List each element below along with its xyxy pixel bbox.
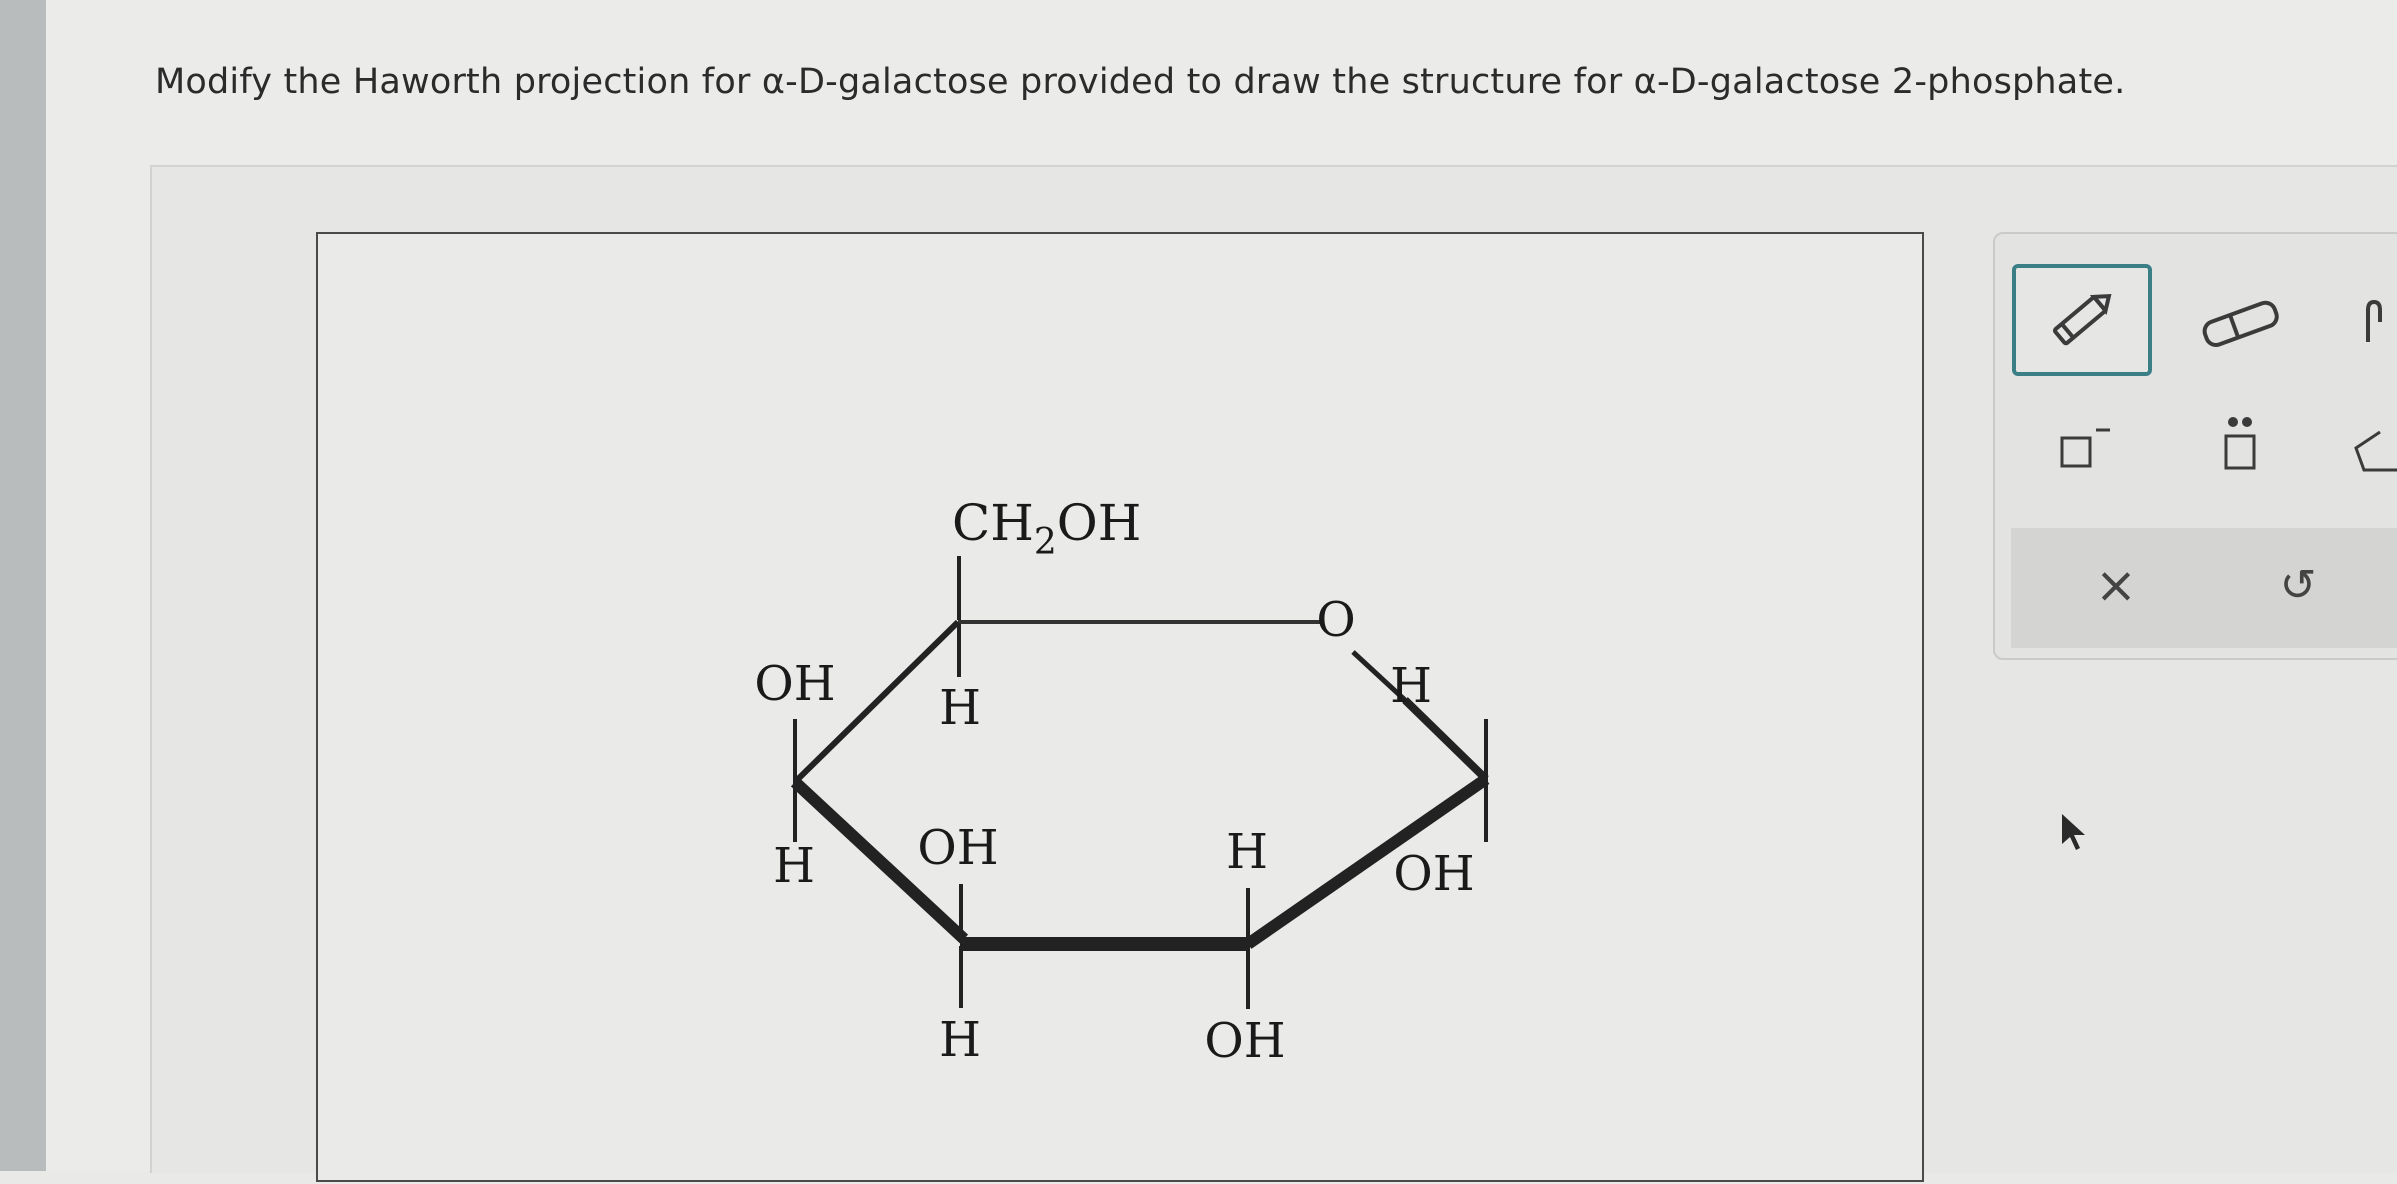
c2-oh-label[interactable]: OH [1204, 1013, 1285, 1069]
drawing-canvas[interactable]: CH2OH O OH H H OH H H OH H OH [316, 232, 1924, 1182]
drawing-toolbar: × ↺ [1993, 232, 2397, 660]
pencil-icon [2052, 293, 2112, 346]
eraser-tool-button[interactable] [2190, 279, 2290, 364]
lone-pair-tool-button[interactable] [2200, 404, 2280, 484]
negative-charge-icon [2060, 428, 2110, 468]
mouse-cursor-icon [2062, 814, 2085, 850]
c1-oh-label[interactable]: OH [1393, 846, 1474, 902]
eraser-icon [2202, 300, 2279, 347]
negative-charge-tool-button[interactable] [2045, 404, 2125, 484]
ring-icon [2354, 430, 2397, 472]
ring-oxygen-label[interactable]: O [1316, 592, 1355, 648]
c2-h-label[interactable]: H [1226, 824, 1268, 880]
action-bar: × ↺ [2011, 528, 2397, 648]
window-edge [0, 0, 46, 1171]
c3-h-label[interactable]: H [939, 1012, 981, 1068]
undo-button[interactable]: ↺ [2263, 550, 2333, 620]
c4-oh-label[interactable]: OH [754, 656, 835, 712]
clear-button[interactable]: × [2081, 550, 2151, 620]
pencil-tool-button[interactable] [2012, 264, 2152, 376]
c3-oh-label[interactable]: OH [917, 820, 998, 876]
question-text: Modify the Haworth projection for α-D-ga… [155, 62, 2126, 102]
hand-tool-button[interactable] [2350, 279, 2397, 364]
c6-label[interactable]: CH2OH [952, 494, 1141, 563]
c4-h-label[interactable]: H [773, 838, 815, 894]
c1-h-label[interactable]: H [1390, 658, 1432, 714]
lone-pair-icon [2224, 417, 2256, 470]
haworth-projection[interactable]: CH2OH O OH H H OH H H OH H OH [318, 234, 1922, 1180]
ring-tool-button[interactable] [2350, 404, 2397, 484]
hand-icon [2366, 299, 2382, 342]
c5-h-label[interactable]: H [939, 680, 981, 736]
